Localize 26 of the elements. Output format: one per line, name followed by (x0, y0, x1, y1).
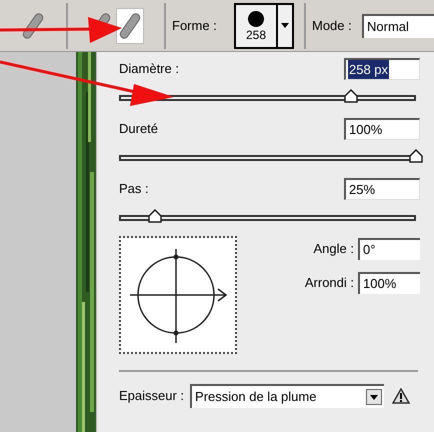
warning-icon (392, 388, 410, 404)
slider-thumb[interactable] (148, 209, 162, 223)
value-field[interactable]: 258 px (344, 58, 420, 80)
slider-label: Dureté (119, 120, 158, 138)
brush-icon (119, 10, 141, 40)
slider-label: Diamètre : (119, 60, 179, 78)
shape-label: Forme : (172, 16, 218, 35)
value-field[interactable]: 0° (358, 238, 420, 260)
thickness-dropdown[interactable]: Pression de la plume (190, 384, 384, 408)
mode-field[interactable]: Normal (362, 14, 434, 38)
value-field[interactable]: 25% (344, 178, 420, 200)
brush-tool-button[interactable] (116, 8, 144, 44)
brush-tip-icon (247, 10, 265, 28)
caret-icon (281, 23, 289, 28)
value-field[interactable]: 100% (358, 272, 420, 294)
brush-size: 258 (246, 28, 266, 42)
slider-thumb[interactable] (409, 149, 423, 163)
thickness-label: Epaisseur : (119, 387, 184, 406)
mode-label: Mode : (312, 16, 353, 35)
slider-label: Pas : (119, 180, 149, 198)
caret-icon (366, 389, 382, 405)
field-label: Angle : (314, 240, 354, 258)
slider-thumb[interactable] (344, 89, 358, 103)
brush-preset-picker[interactable]: 258 (234, 2, 294, 48)
value-field[interactable]: 100% (344, 118, 420, 140)
field-label: Arrondi : (304, 274, 354, 292)
